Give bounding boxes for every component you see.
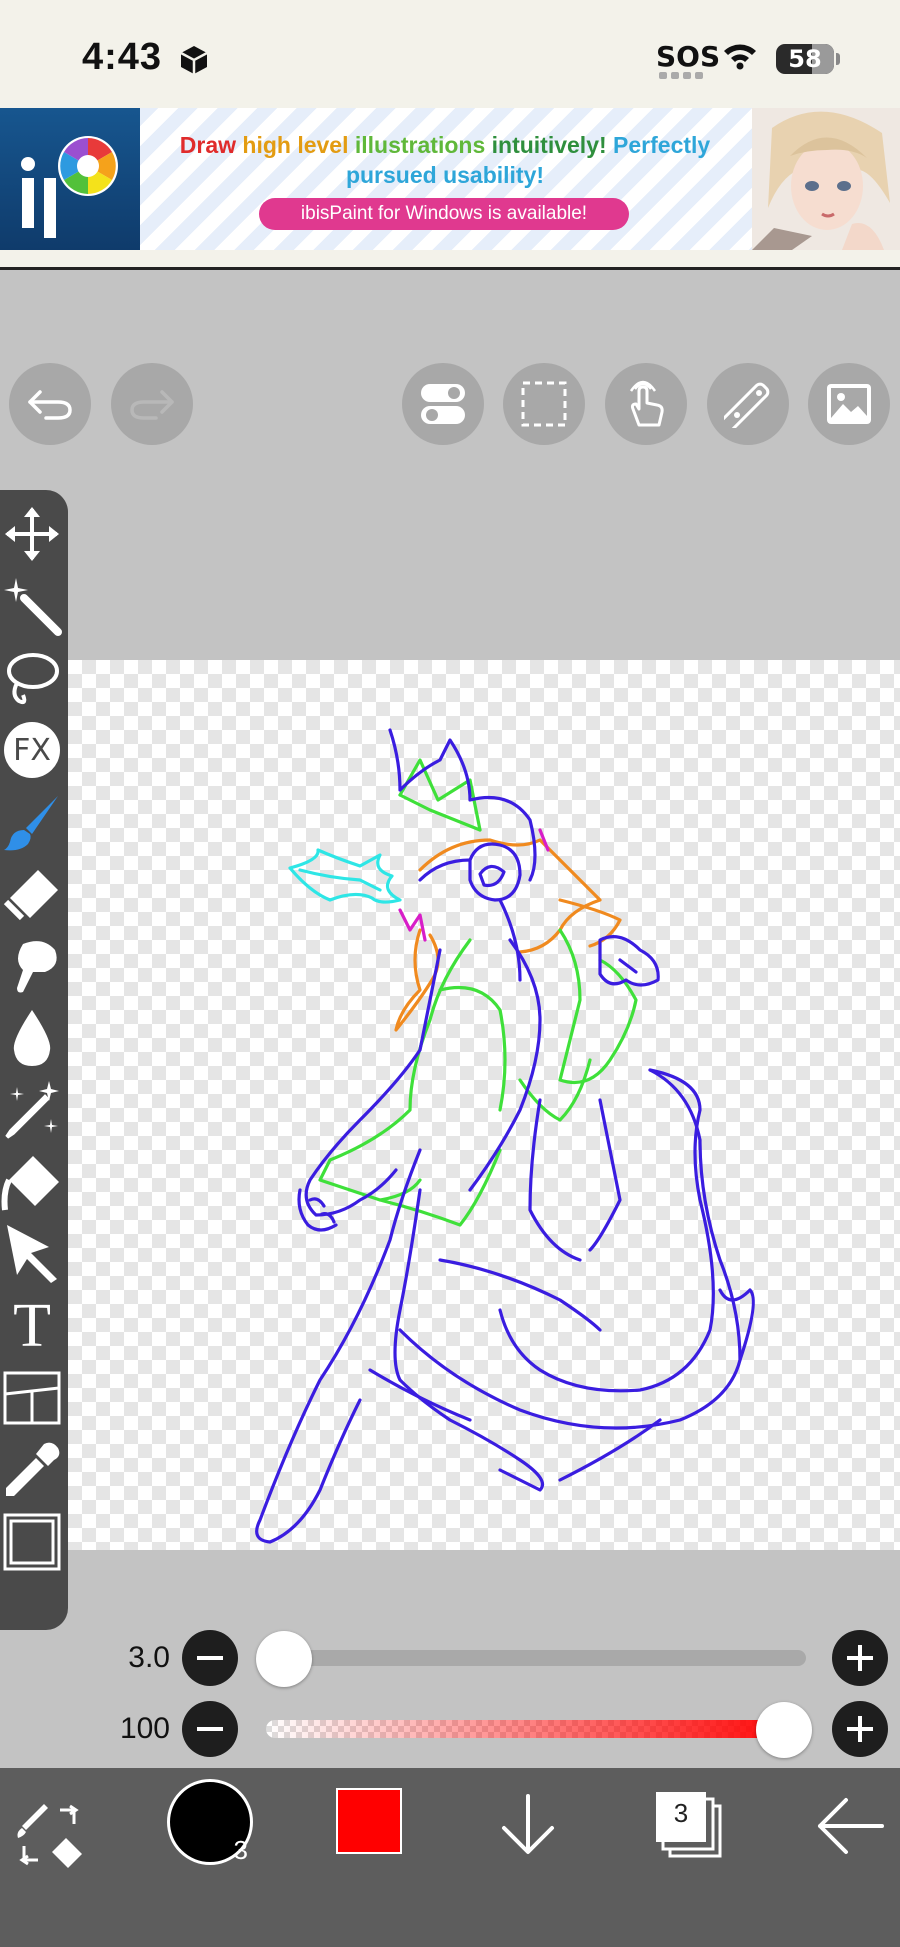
color-swatch-button[interactable] (336, 1788, 402, 1854)
brush-eraser-swap-icon (17, 1804, 82, 1868)
opacity-increase-button[interactable] (832, 1701, 888, 1757)
back-button[interactable] (812, 1790, 888, 1862)
eraser-tool[interactable] (0, 858, 64, 930)
select-arrow-icon (7, 1225, 57, 1283)
eyedropper-icon (6, 1442, 60, 1496)
status-bar: 4:43 SOS 58 (0, 0, 900, 108)
layers-count: 3 (673, 1798, 689, 1828)
lasso-icon (7, 653, 59, 705)
redo-button[interactable] (111, 363, 193, 445)
ad-character-illustration (752, 108, 900, 250)
drawing-canvas[interactable] (68, 660, 900, 1550)
reference-image-button[interactable] (808, 363, 890, 445)
toggle-icon (421, 384, 465, 424)
brush-tool[interactable] (0, 786, 64, 858)
touch-gesture-button[interactable] (605, 363, 687, 445)
redo-icon (130, 390, 174, 420)
battery-cap (836, 53, 840, 65)
smudge-tool[interactable] (0, 930, 64, 1002)
blur-tool[interactable] (0, 1002, 64, 1074)
ad-headline-part: high level (242, 132, 349, 158)
plus-icon (847, 1716, 873, 1742)
brush-size-badge: 3 (233, 1835, 248, 1865)
opacity-slider-track[interactable] (266, 1720, 806, 1738)
text-icon: T (13, 1292, 51, 1360)
special-pen-tool[interactable] (0, 1074, 64, 1146)
canvas-tool[interactable] (0, 1506, 64, 1578)
sos-indicator: SOS (656, 40, 721, 73)
reference-image-icon (827, 384, 871, 424)
ruler-icon (724, 382, 770, 428)
status-time: 4:43 (82, 36, 163, 78)
canvas-icon (3, 1513, 61, 1571)
fill-icon (1, 1156, 59, 1211)
ad-cta-pill[interactable]: ibisPaint for Windows is available! (259, 198, 629, 230)
brush-icon (4, 796, 58, 851)
brush-size-slider-thumb[interactable] (256, 1631, 312, 1687)
text-tool[interactable]: T (0, 1290, 64, 1362)
blur-icon (13, 1010, 51, 1066)
battery-level: 58 (788, 45, 822, 73)
move-tool[interactable] (0, 498, 64, 570)
minus-icon (197, 1727, 223, 1731)
touch-gesture-icon (629, 380, 664, 427)
frame-divider-icon (3, 1371, 61, 1425)
ibispaint-logo (0, 108, 140, 250)
brush-size-value: 3.0 (128, 1641, 170, 1674)
layers-button[interactable]: 3 (654, 1790, 724, 1860)
ad-headline-part: Perfectly (613, 132, 711, 158)
undo-icon (28, 390, 72, 420)
ad-headline: Draw high level illustrations intuitivel… (145, 130, 745, 190)
undo-button[interactable] (9, 363, 91, 445)
box-icon (180, 46, 208, 74)
brush-preview-button[interactable]: 3 (167, 1779, 253, 1865)
brush-size-slider-track[interactable] (262, 1650, 806, 1666)
banner-divider (0, 250, 900, 270)
brush-eraser-swap-button[interactable] (14, 1798, 86, 1870)
opacity-value: 100 (119, 1712, 170, 1745)
battery-indicator: 58 (776, 44, 834, 74)
opacity-slider-thumb[interactable] (756, 1702, 812, 1758)
fill-tool[interactable] (0, 1146, 64, 1218)
toggle-button[interactable] (402, 363, 484, 445)
layer-down-button[interactable] (494, 1788, 562, 1868)
opacity-gradient (266, 1720, 806, 1738)
select-arrow-tool[interactable] (0, 1218, 64, 1290)
brush-size-increase-button[interactable] (832, 1630, 888, 1686)
cellular-dots-icon (659, 72, 703, 79)
ad-headline-part: intuitively! (491, 132, 607, 158)
lasso-tool[interactable] (0, 642, 64, 714)
magic-wand-icon (4, 578, 62, 636)
arrow-down-icon (502, 1794, 554, 1854)
ad-headline-part: Draw (179, 132, 237, 158)
plus-icon (847, 1645, 873, 1671)
selection-icon (521, 381, 567, 427)
opacity-decrease-button[interactable] (182, 1701, 238, 1757)
ad-banner[interactable]: Draw high level illustrations intuitivel… (0, 108, 900, 250)
sketch-artwork (255, 728, 755, 1544)
arrow-left-icon (818, 1798, 884, 1854)
magic-wand-tool[interactable] (0, 570, 64, 642)
ad-headline-part: illustrations (354, 132, 486, 158)
brush-size-decrease-button[interactable] (182, 1630, 238, 1686)
fx-tool[interactable]: FX (0, 714, 64, 786)
ruler-button[interactable] (707, 363, 789, 445)
frame-divider-tool[interactable] (0, 1362, 64, 1434)
move-icon (5, 507, 59, 561)
fx-icon: FX (4, 722, 60, 778)
eraser-icon (3, 870, 58, 921)
eyedropper-tool[interactable] (0, 1434, 64, 1506)
bottom-toolbar: 3 3 (0, 1768, 900, 1947)
selection-button[interactable] (503, 363, 585, 445)
ad-headline-line2: pursued usability! (345, 162, 545, 188)
fx-label: FX (13, 732, 51, 768)
wifi-icon (724, 44, 756, 70)
left-toolbar: FX T (0, 490, 68, 1630)
smudge-icon (17, 941, 57, 993)
minus-icon (197, 1656, 223, 1660)
special-pen-icon (5, 1081, 59, 1139)
